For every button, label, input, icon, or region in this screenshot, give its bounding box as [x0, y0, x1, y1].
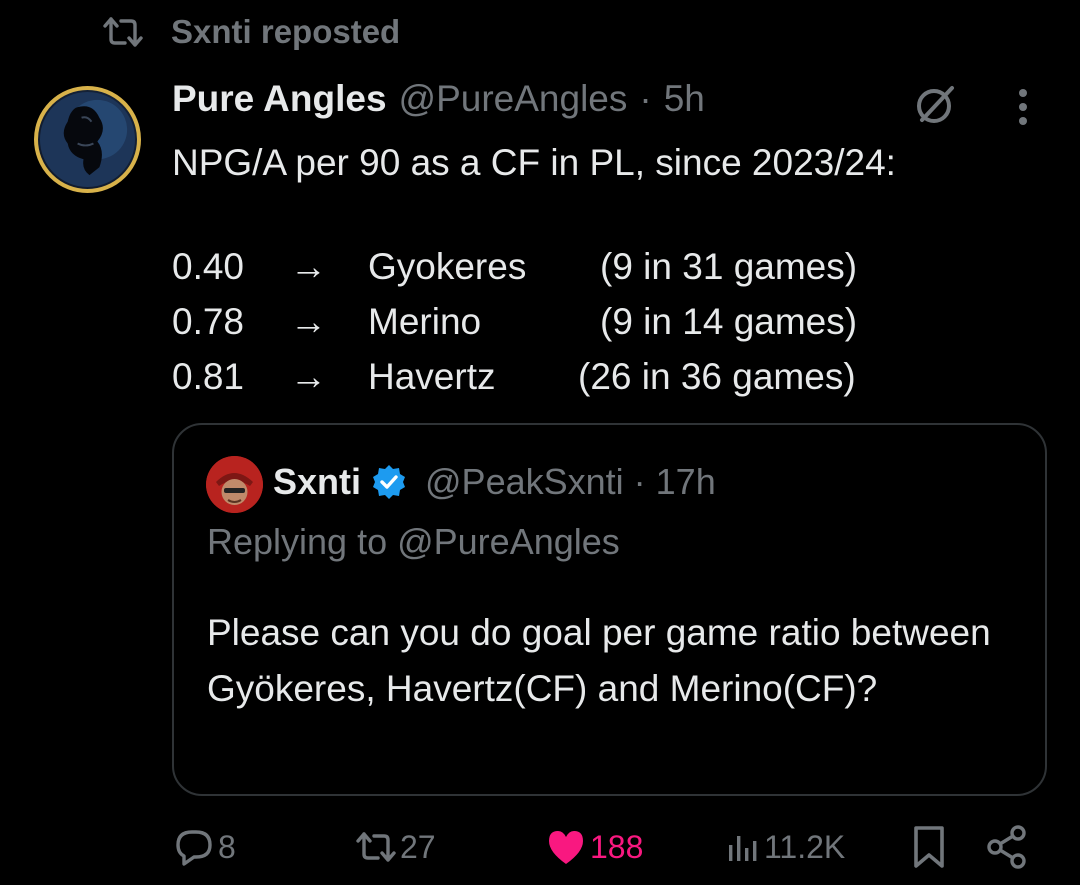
quoted-header-separator: ·	[633, 461, 646, 502]
tweet-page: Sxnti reposted Pure Angles @PureAngles ·…	[0, 0, 1080, 885]
quoted-author-name[interactable]: Sxnti	[273, 461, 361, 503]
quoted-author-handle[interactable]: @PeakSxnti	[425, 461, 624, 503]
stat-value: 0.40	[172, 246, 245, 287]
repost-header[interactable]: Sxnti reposted	[103, 12, 400, 52]
reply-icon	[176, 830, 212, 866]
reply-count: 8	[218, 828, 236, 865]
header-separator: ·	[639, 78, 652, 119]
like-count: 188	[590, 828, 644, 865]
stat-player: Havertz	[368, 356, 496, 397]
quoted-header: Sxnti @PeakSxnti · 17h	[273, 459, 716, 505]
stat-detail: (26 in 36 games)	[578, 356, 856, 397]
repost-button[interactable]: 27	[356, 822, 436, 872]
stat-detail: (9 in 31 games)	[600, 246, 858, 287]
quoted-tweet-time[interactable]: 17h	[656, 461, 716, 503]
views-icon	[729, 836, 757, 861]
quoted-tweet-text: Please can you do goal per game ratio be…	[207, 612, 991, 709]
replying-to: Replying to @PureAngles	[207, 521, 620, 562]
quoted-author-avatar[interactable]	[206, 456, 263, 513]
stat-value: 0.78	[172, 301, 245, 342]
stat-player: Gyokeres	[368, 246, 527, 287]
views-count: 11.2K	[764, 828, 846, 865]
reply-button[interactable]: 8	[174, 822, 236, 872]
repost-icon	[103, 17, 143, 47]
arrow-glyph: →	[290, 356, 327, 397]
stat-detail: (9 in 14 games)	[600, 301, 858, 342]
bookmark-icon[interactable]	[912, 822, 946, 872]
like-button[interactable]: 188	[546, 822, 643, 872]
author-avatar[interactable]	[34, 86, 141, 193]
tweet-time[interactable]: 5h	[664, 78, 705, 120]
tweet-header: Pure Angles @PureAngles · 5h	[172, 78, 705, 128]
repost-count: 27	[400, 828, 436, 865]
arrow-glyph: →	[290, 246, 327, 287]
quoted-tweet-card[interactable]: Sxnti @PeakSxnti · 17h Replying to @Pure…	[172, 423, 1047, 796]
author-name[interactable]: Pure Angles	[172, 78, 387, 120]
repost-icon	[356, 832, 396, 862]
tweet-text: NPG/A per 90 as a CF in PL, since 2023/2…	[172, 142, 896, 183]
arrow-glyph: →	[290, 301, 327, 342]
repost-label: Sxnti reposted	[171, 13, 401, 50]
stat-value: 0.81	[172, 356, 245, 397]
verified-badge-icon	[373, 465, 406, 499]
grok-icon[interactable]	[912, 80, 960, 128]
author-handle[interactable]: @PureAngles	[399, 78, 628, 120]
avatar-image	[39, 91, 136, 188]
share-icon[interactable]	[986, 822, 1028, 872]
more-icon[interactable]	[1010, 86, 1036, 128]
stat-player: Merino	[368, 301, 482, 342]
views-button[interactable]: 11.2K	[726, 822, 845, 872]
quoted-avatar-image	[206, 456, 263, 513]
heart-icon	[549, 831, 583, 864]
